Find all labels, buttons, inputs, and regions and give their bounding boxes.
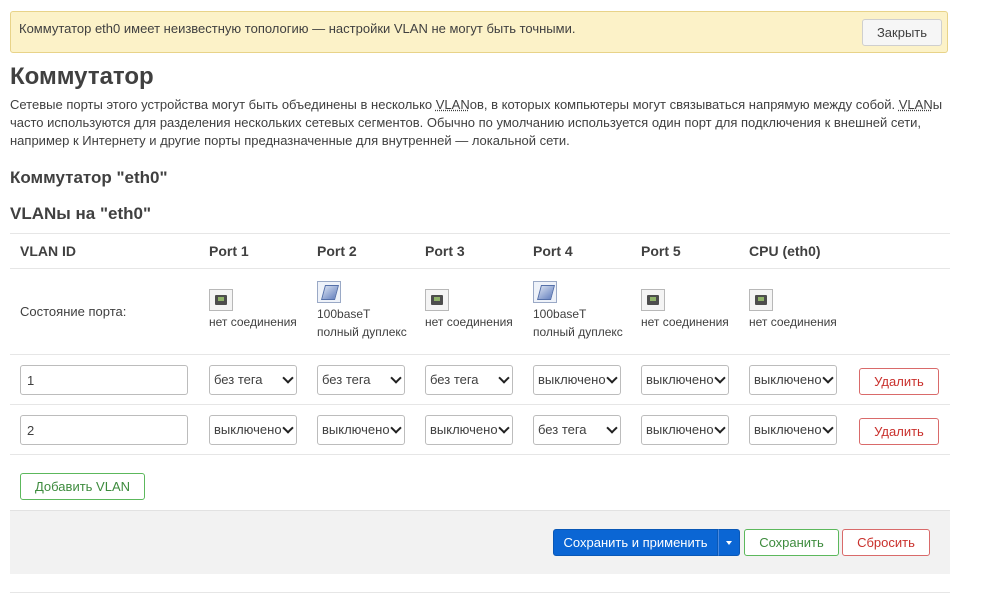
port-status-line1: нет соединения (641, 315, 729, 329)
select-value: выключено (430, 422, 498, 437)
page-description: Сетевые порты этого устройства могут быт… (10, 96, 950, 150)
select-value: выключено (214, 422, 282, 437)
header-port-5: Port 5 (641, 243, 681, 259)
chevron-down-icon (606, 372, 618, 384)
ethernet-port-icon (209, 289, 233, 311)
port-4-select[interactable]: без тега (533, 415, 621, 445)
ethernet-port-icon (749, 289, 773, 311)
ethernet-plugged-icon (533, 281, 557, 303)
topology-warning-alert: Коммутатор eth0 имеет неизвестную тополо… (10, 11, 948, 53)
port-2-select[interactable]: без тега (317, 365, 405, 395)
select-value: выключено (538, 372, 606, 387)
chevron-down-icon (498, 372, 510, 384)
select-value: выключено (322, 422, 390, 437)
vlan-id-input[interactable] (20, 365, 188, 395)
chevron-down-icon (606, 422, 618, 434)
desc-part-2: ов, в которых компьютеры могут связывать… (469, 97, 899, 112)
select-value: выключено (646, 372, 714, 387)
port-status-line1: нет соединения (209, 315, 297, 329)
port-2-status: 100baseT полный дуплекс (317, 281, 407, 341)
delete-vlan-button[interactable]: Удалить (859, 418, 939, 445)
port-5-select[interactable]: выключено (641, 365, 729, 395)
vlan-abbr: VLAN (435, 97, 470, 112)
chevron-down-icon (498, 422, 510, 434)
chevron-down-icon (282, 372, 294, 384)
port-status-label: Состояние порта: (20, 304, 127, 319)
select-value: без тега (430, 372, 479, 387)
chevron-down-icon (822, 372, 834, 384)
select-value: без тега (538, 422, 587, 437)
select-value: выключено (646, 422, 714, 437)
select-value: без тега (214, 372, 263, 387)
port-2-select[interactable]: выключено (317, 415, 405, 445)
port-status-line2: полный дуплекс (533, 325, 623, 339)
save-apply-button[interactable]: Сохранить и применить (553, 529, 718, 556)
caret-down-icon (726, 540, 732, 545)
chevron-down-icon (714, 422, 726, 434)
divider (10, 592, 950, 593)
header-vlan-id: VLAN ID (20, 243, 76, 259)
desc-part-1: Сетевые порты этого устройства могут быт… (10, 97, 436, 112)
vlan-id-input[interactable] (20, 415, 188, 445)
header-port-4: Port 4 (533, 243, 573, 259)
save-button[interactable]: Сохранить (744, 529, 839, 556)
port-status-line2: полный дуплекс (317, 325, 407, 339)
port-1-status: нет соединения (209, 281, 297, 331)
port-status-line1: нет соединения (425, 315, 513, 329)
vlans-heading: VLANы на "eth0" (10, 204, 152, 223)
port-3-select[interactable]: выключено (425, 415, 513, 445)
alert-text: Коммутатор eth0 имеет неизвестную тополо… (19, 21, 576, 36)
port-status-line1: нет соединения (749, 315, 837, 329)
port-1-select[interactable]: выключено (209, 415, 297, 445)
header-cpu: CPU (eth0) (749, 243, 821, 259)
port-5-select[interactable]: выключено (641, 415, 729, 445)
port-status-line1: 100baseT (533, 307, 587, 321)
save-apply-dropdown-button[interactable] (718, 529, 740, 556)
reset-button[interactable]: Сбросить (842, 529, 930, 556)
chevron-down-icon (714, 372, 726, 384)
select-value: без тега (322, 372, 371, 387)
port-3-status: нет соединения (425, 281, 513, 331)
table-row: без тега без тега без тега выключено вык… (10, 355, 950, 405)
chevron-down-icon (282, 422, 294, 434)
port-4-status: 100baseT полный дуплекс (533, 281, 623, 341)
port-1-select[interactable]: без тега (209, 365, 297, 395)
table-header: VLAN ID Port 1 Port 2 Port 3 Port 4 Port… (10, 233, 950, 269)
chevron-down-icon (822, 422, 834, 434)
select-value: выключено (754, 372, 822, 387)
port-4-select[interactable]: выключено (533, 365, 621, 395)
table-row: выключено выключено выключено без тега в… (10, 405, 950, 455)
page-title: Коммутатор (10, 63, 154, 90)
chevron-down-icon (390, 372, 402, 384)
close-alert-button[interactable]: Закрыть (862, 19, 942, 46)
port-status-line1: 100baseT (317, 307, 371, 321)
add-vlan-button[interactable]: Добавить VLAN (20, 473, 145, 500)
cpu-port-select[interactable]: выключено (749, 365, 837, 395)
select-value: выключено (754, 422, 822, 437)
port-3-select[interactable]: без тега (425, 365, 513, 395)
chevron-down-icon (390, 422, 402, 434)
port-5-status: нет соединения (641, 281, 729, 331)
vlan-abbr: VLAN (898, 97, 933, 112)
cpu-port-status: нет соединения (749, 281, 837, 331)
header-port-2: Port 2 (317, 243, 357, 259)
ethernet-plugged-icon (317, 281, 341, 303)
cpu-port-select[interactable]: выключено (749, 415, 837, 445)
ethernet-port-icon (641, 289, 665, 311)
switch-heading: Коммутатор "eth0" (10, 168, 168, 187)
header-port-3: Port 3 (425, 243, 465, 259)
port-status-row: Состояние порта: нет соединения 100baseT… (10, 269, 950, 355)
header-port-1: Port 1 (209, 243, 249, 259)
delete-vlan-button[interactable]: Удалить (859, 368, 939, 395)
ethernet-port-icon (425, 289, 449, 311)
